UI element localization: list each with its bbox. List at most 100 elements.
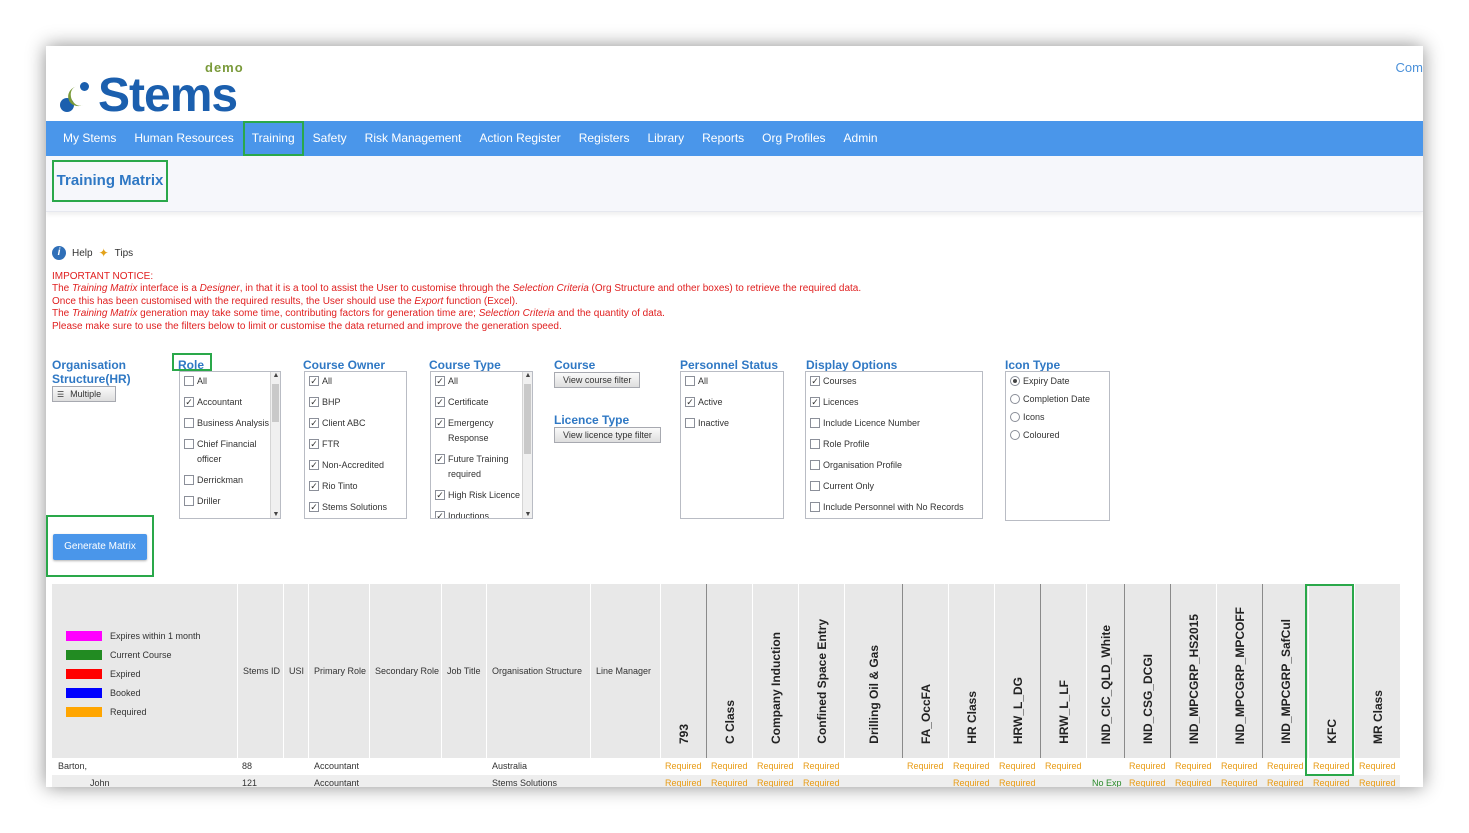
col-course[interactable]: Company Induction [752, 584, 798, 758]
nav-training[interactable]: Training [242, 121, 304, 156]
checkbox-checked[interactable]: ✓ [435, 454, 445, 464]
table-row[interactable]: John 121 Accountant Stems Solutions Requ… [52, 775, 1400, 787]
scroll-down-icon[interactable]: ▼ [524, 511, 532, 518]
org-multiple-button[interactable]: ☰ Multiple [52, 386, 116, 402]
status-cell[interactable]: Required [1221, 761, 1258, 771]
row-name[interactable]: Barton, [58, 761, 87, 771]
status-cell[interactable]: Required [665, 761, 702, 771]
status-cell[interactable]: Required [953, 761, 990, 771]
role-option-driller[interactable]: Driller [180, 492, 280, 513]
checkbox-checked[interactable]: ✓ [685, 397, 695, 407]
checkbox[interactable] [810, 481, 820, 491]
course-type-scrollbar[interactable]: ▲ ▼ [522, 372, 532, 518]
col-secondary-role[interactable]: Secondary Role [369, 584, 441, 758]
status-cell[interactable]: Required [999, 778, 1036, 787]
checkbox-checked[interactable]: ✓ [810, 397, 820, 407]
icon-type-completion-date[interactable]: Completion Date [1006, 390, 1109, 408]
checkbox[interactable] [184, 496, 194, 506]
course-owner-ftr[interactable]: ✓ FTR [305, 435, 406, 456]
radio[interactable] [1010, 430, 1020, 440]
checkbox[interactable] [810, 460, 820, 470]
course-owner-bhp[interactable]: ✓ BHP [305, 393, 406, 414]
display-no-records[interactable]: Include Personnel with No Records [806, 498, 982, 518]
nav-my-stems[interactable]: My Stems [54, 121, 125, 156]
checkbox[interactable] [184, 475, 194, 485]
col-course[interactable]: IND_MPCGRP_MPCOFF [1216, 584, 1262, 758]
nav-admin[interactable]: Admin [835, 121, 887, 156]
scroll-up-icon[interactable]: ▲ [524, 372, 532, 379]
radio[interactable] [1010, 394, 1020, 404]
col-course[interactable]: HRW_L_LF [1040, 584, 1086, 758]
status-cell[interactable]: Required [1359, 778, 1396, 787]
col-organisation-structure[interactable]: Organisation Structure [486, 584, 590, 758]
personnel-active[interactable]: ✓ Active [681, 393, 783, 414]
course-type-emergency-response[interactable]: ✓ Emergency Response [431, 414, 532, 450]
col-usi[interactable]: USI [283, 584, 308, 758]
status-cell[interactable]: Required [803, 761, 840, 771]
status-cell[interactable]: Required [1045, 761, 1082, 771]
status-cell[interactable]: Required [711, 761, 748, 771]
col-stems-id[interactable]: Stems ID [237, 584, 283, 758]
status-cell[interactable]: No Exp [1092, 778, 1122, 787]
view-licence-type-filter-button[interactable]: View licence type filter [554, 427, 661, 443]
checkbox-checked[interactable]: ✓ [309, 376, 319, 386]
checkbox-checked[interactable]: ✓ [309, 502, 319, 512]
checkbox[interactable] [685, 376, 695, 386]
col-course[interactable]: 793 [660, 584, 706, 758]
status-cell[interactable]: Required [1129, 761, 1166, 771]
scroll-thumb[interactable] [524, 384, 531, 454]
course-owner-list[interactable]: ✓ All ✓ BHP ✓ Client ABC ✓ FTR ✓ Non-Accredit… [304, 371, 407, 519]
status-cell[interactable]: Required [1175, 778, 1212, 787]
tips-link[interactable]: Tips [115, 248, 134, 259]
course-owner-client-abc[interactable]: ✓ Client ABC [305, 414, 406, 435]
course-type-future-training[interactable]: ✓ Future Training required [431, 450, 532, 486]
status-cell[interactable]: Required [1267, 761, 1304, 771]
table-row[interactable]: Barton, 88 Accountant Australia Required… [52, 758, 1400, 775]
stems-logo[interactable]: demo Stems [60, 58, 260, 124]
checkbox-checked[interactable]: ✓ [435, 511, 445, 518]
role-option-cfo[interactable]: Chief Financial officer [180, 435, 280, 471]
generate-matrix-button[interactable]: Generate Matrix [53, 534, 147, 560]
checkbox[interactable] [184, 376, 194, 386]
col-course[interactable]: Drilling Oil & Gas [844, 584, 902, 758]
role-option-accountant[interactable]: ✓ Accountant [180, 393, 280, 414]
nav-action-register[interactable]: Action Register [470, 121, 569, 156]
checkbox-checked[interactable]: ✓ [309, 460, 319, 470]
col-primary-role[interactable]: Primary Role [308, 584, 369, 758]
course-type-high-risk-licence[interactable]: ✓ High Risk Licence [431, 486, 532, 507]
checkbox[interactable] [810, 418, 820, 428]
col-course[interactable]: FA_OccFA [902, 584, 948, 758]
col-job-title[interactable]: Job Title [441, 584, 486, 758]
status-cell[interactable]: Required [1221, 778, 1258, 787]
personnel-all[interactable]: All [681, 372, 783, 393]
checkbox-checked[interactable]: ✓ [435, 418, 445, 428]
checkbox-checked[interactable]: ✓ [309, 481, 319, 491]
view-course-filter-button[interactable]: View course filter [554, 372, 641, 388]
course-type-all[interactable]: ✓ All [431, 372, 532, 393]
col-course[interactable]: MR Class [1354, 584, 1400, 758]
company-link[interactable]: Com [1396, 60, 1423, 75]
display-organisation-profile[interactable]: Organisation Profile [806, 456, 982, 477]
status-cell[interactable]: Required [1129, 778, 1166, 787]
status-cell[interactable]: Required [953, 778, 990, 787]
course-owner-stems-solutions[interactable]: ✓ Stems Solutions [305, 498, 406, 518]
icon-type-coloured[interactable]: Coloured [1006, 426, 1109, 444]
checkbox-checked[interactable]: ✓ [435, 376, 445, 386]
nav-risk-management[interactable]: Risk Management [356, 121, 471, 156]
checkbox[interactable] [184, 439, 194, 449]
personnel-inactive[interactable]: Inactive [681, 414, 783, 435]
scroll-up-icon[interactable]: ▲ [272, 372, 280, 379]
nav-org-profiles[interactable]: Org Profiles [753, 121, 834, 156]
pin-icon[interactable]: ✦ [99, 246, 109, 260]
radio-selected[interactable] [1010, 376, 1020, 386]
checkbox-checked[interactable]: ✓ [435, 490, 445, 500]
personnel-status-list[interactable]: All ✓ Active Inactive [680, 371, 784, 519]
role-option-business-analysis[interactable]: Business Analysis [180, 414, 280, 435]
checkbox-checked[interactable]: ✓ [435, 397, 445, 407]
col-course[interactable]: HR Class [948, 584, 994, 758]
checkbox[interactable] [184, 418, 194, 428]
display-licence-number[interactable]: Include Licence Number [806, 414, 982, 435]
status-cell[interactable]: Required [907, 761, 944, 771]
checkbox[interactable] [810, 439, 820, 449]
role-scrollbar[interactable]: ▲ ▼ [270, 372, 280, 518]
